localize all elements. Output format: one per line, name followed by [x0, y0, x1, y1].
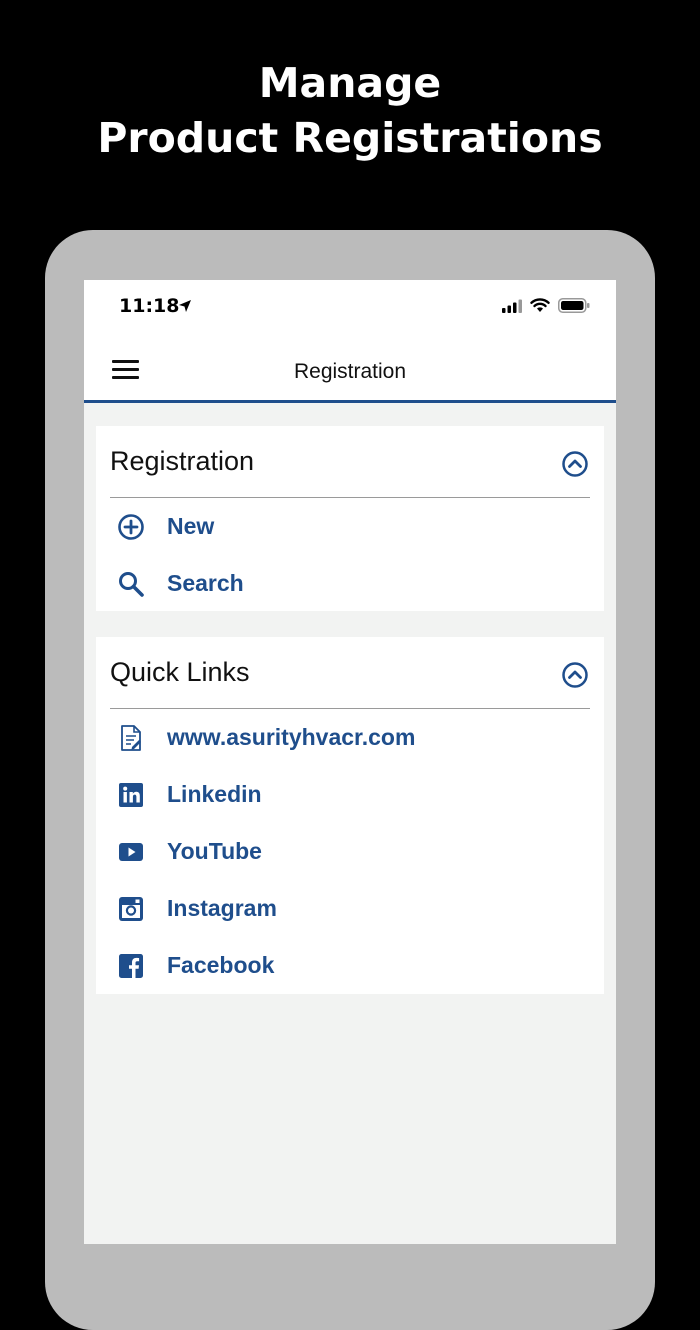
headline-line-1: Manage: [258, 59, 442, 107]
quick-links-card: Quick Links www.asurityhvacr.com Linkedi…: [96, 637, 604, 994]
quick-link-linkedin[interactable]: Linkedin: [96, 766, 604, 823]
plus-circle-icon: [117, 513, 145, 541]
headline-line-2: Product Registrations: [97, 114, 603, 162]
chevron-up-circle-icon[interactable]: [562, 451, 588, 477]
registration-card-header[interactable]: Registration: [110, 426, 590, 498]
quick-links-card-title: Quick Links: [110, 657, 250, 687]
linkedin-icon: [117, 781, 145, 809]
battery-icon: [558, 298, 590, 318]
search-icon: [117, 570, 145, 598]
quick-link-facebook-label: Facebook: [167, 952, 275, 978]
registration-card: Registration New Search: [96, 426, 604, 611]
app-bar-title: Registration: [293, 360, 407, 383]
quick-link-facebook[interactable]: Facebook: [96, 937, 604, 994]
phone-screen: 11:18 Registration Registration New Sear…: [84, 280, 616, 1244]
registration-new-label: New: [167, 513, 215, 539]
wifi-icon: [530, 298, 550, 318]
app-bar: Registration: [84, 336, 616, 403]
quick-link-website[interactable]: www.asurityhvacr.com: [96, 709, 604, 766]
instagram-icon: [117, 895, 145, 923]
registration-search-label: Search: [167, 570, 244, 596]
quick-link-instagram-label: Instagram: [167, 895, 277, 921]
quick-link-linkedin-label: Linkedin: [167, 781, 262, 807]
document-icon: [117, 724, 145, 752]
facebook-icon: [117, 952, 145, 980]
registration-new-item[interactable]: New: [96, 498, 604, 555]
promo-headline: Manage Product Registrations: [0, 56, 700, 166]
quick-link-youtube[interactable]: YouTube: [96, 823, 604, 880]
location-arrow-icon: [178, 299, 192, 318]
registration-search-item[interactable]: Search: [96, 555, 604, 612]
quick-link-youtube-label: YouTube: [167, 838, 262, 864]
registration-card-title: Registration: [110, 446, 255, 476]
youtube-icon: [117, 838, 145, 866]
quick-link-website-label: www.asurityhvacr.com: [167, 724, 416, 750]
status-bar: 11:18: [84, 280, 616, 336]
status-icons: [502, 298, 590, 318]
signal-icon: [502, 299, 522, 318]
quick-link-instagram[interactable]: Instagram: [96, 880, 604, 937]
status-time: 11:18: [119, 295, 180, 317]
chevron-up-circle-icon[interactable]: [562, 662, 588, 688]
quick-links-card-header[interactable]: Quick Links: [110, 637, 590, 709]
